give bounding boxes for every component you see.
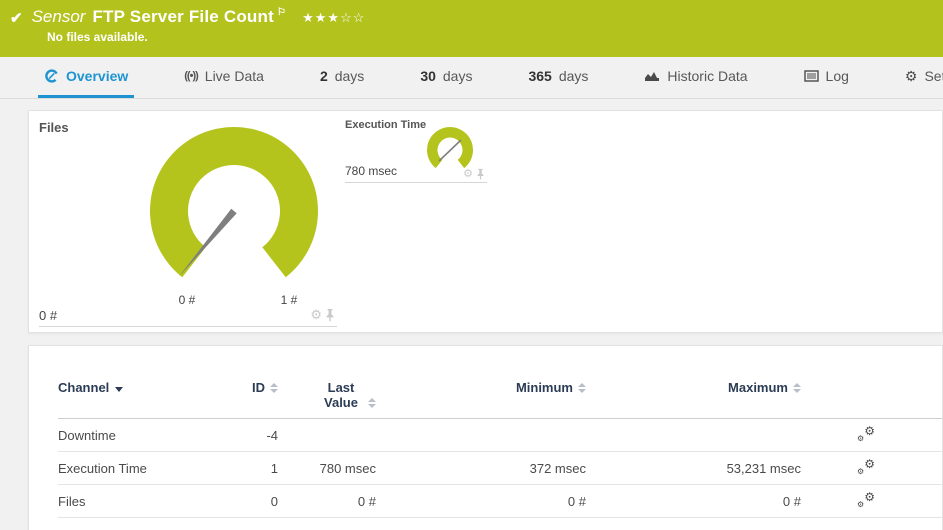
- channel-name: Files: [58, 494, 233, 509]
- tab-label: Settings: [924, 68, 943, 84]
- channel-minimum: 372 msec: [376, 461, 586, 476]
- table-row: Downtime -4 ⚙⚙: [58, 419, 942, 452]
- tab-30-days[interactable]: 30 days: [414, 57, 478, 98]
- pin-icon[interactable]: [325, 308, 335, 322]
- tab-label: days: [559, 68, 589, 84]
- files-gauge-widget: Files 0 # 1 # 0 # ⚙: [39, 117, 337, 327]
- table-header-row: Channel ID Last Value Minimum Maximum: [58, 380, 942, 419]
- tab-number: 365: [528, 68, 551, 84]
- tab-live-data[interactable]: ((•)) Live Data: [178, 57, 270, 98]
- tab-number: 30: [420, 68, 436, 84]
- tab-historic-data[interactable]: Historic Data: [638, 57, 753, 98]
- tab-label: days: [443, 68, 473, 84]
- column-header-minimum[interactable]: Minimum: [376, 380, 586, 395]
- chart-icon: [644, 70, 660, 83]
- column-header-maximum[interactable]: Maximum: [586, 380, 801, 395]
- channel-name: Downtime: [58, 428, 233, 443]
- sort-icon: [578, 383, 586, 393]
- channel-maximum: 0 #: [586, 494, 801, 509]
- gauge-title: Files: [39, 120, 69, 135]
- sort-icon: [270, 383, 278, 393]
- star-empty: ☆☆: [340, 10, 365, 25]
- page-title: FTP Server File Count⚐: [92, 7, 286, 27]
- sort-icon: [793, 383, 801, 393]
- channel-settings-icon[interactable]: ⚙⚙: [857, 459, 875, 475]
- tab-overview[interactable]: Overview: [38, 57, 134, 98]
- channels-table-panel: Channel ID Last Value Minimum Maximum Do…: [28, 345, 943, 530]
- gauge-current-value: 0 #: [39, 308, 57, 323]
- column-header-last-value[interactable]: Last Value: [278, 380, 376, 410]
- channel-settings-icon[interactable]: ⚙⚙: [857, 426, 875, 442]
- log-icon: [804, 70, 819, 82]
- priority-stars[interactable]: ★★★☆☆: [302, 10, 365, 26]
- sensor-message: No files available.: [47, 30, 933, 44]
- tab-label: Overview: [66, 68, 128, 84]
- table-row: Files 0 0 # 0 # 0 # ⚙⚙: [58, 485, 942, 518]
- column-header-id[interactable]: ID: [233, 380, 278, 395]
- channel-name: Execution Time: [58, 461, 233, 476]
- gauge-scale-max: 1 #: [269, 293, 309, 307]
- status-ok-icon: ✔: [10, 9, 23, 27]
- channel-id: -4: [233, 428, 278, 443]
- tab-number: 2: [320, 68, 328, 84]
- files-gauge: [139, 123, 329, 305]
- tab-label: Log: [826, 68, 849, 84]
- tab-label: Historic Data: [667, 68, 747, 84]
- widget-gear-icon[interactable]: ⚙: [310, 307, 322, 323]
- tab-log[interactable]: Log: [798, 57, 855, 98]
- live-signal-icon: ((•)): [184, 70, 198, 82]
- sort-icon: [368, 398, 376, 408]
- gauge-current-value: 780 msec: [345, 164, 397, 178]
- star-filled: ★★★: [302, 10, 340, 25]
- object-kind-label: Sensor: [32, 7, 86, 27]
- channel-id: 0: [233, 494, 278, 509]
- gauge-scale-min: 0 #: [167, 293, 207, 307]
- gauge-title: Execution Time: [345, 119, 426, 131]
- widget-gear-icon[interactable]: ⚙: [463, 167, 473, 180]
- execution-time-gauge-widget: Execution Time 780 msec ⚙: [345, 119, 487, 183]
- tab-bar: Overview ((•)) Live Data 2 days 30 days …: [0, 57, 943, 99]
- channel-last-value: 0 #: [278, 494, 376, 509]
- gear-icon: ⚙: [905, 68, 918, 85]
- channel-last-value: 780 msec: [278, 461, 376, 476]
- channel-id: 1: [233, 461, 278, 476]
- gauge-icon: [44, 69, 59, 83]
- tab-2-days[interactable]: 2 days: [314, 57, 370, 98]
- channel-minimum: 0 #: [376, 494, 586, 509]
- gauges-panel: Files 0 # 1 # 0 # ⚙ Execution Time 780 m…: [28, 110, 943, 333]
- tab-label: days: [335, 68, 365, 84]
- pin-icon[interactable]: [476, 168, 485, 180]
- column-header-channel[interactable]: Channel: [58, 380, 233, 395]
- channel-settings-icon[interactable]: ⚙⚙: [857, 492, 875, 508]
- tab-settings[interactable]: ⚙ Settings: [899, 57, 943, 98]
- flag-icon[interactable]: ⚐: [277, 7, 286, 18]
- sensor-header: ✔ Sensor FTP Server File Count⚐ ★★★☆☆ No…: [0, 0, 943, 57]
- tab-label: Live Data: [205, 68, 264, 84]
- sort-desc-icon: [115, 387, 123, 392]
- tab-365-days[interactable]: 365 days: [522, 57, 594, 98]
- gauge-needle: [439, 140, 461, 161]
- channel-maximum: 53,231 msec: [586, 461, 801, 476]
- table-row: Execution Time 1 780 msec 372 msec 53,23…: [58, 452, 942, 485]
